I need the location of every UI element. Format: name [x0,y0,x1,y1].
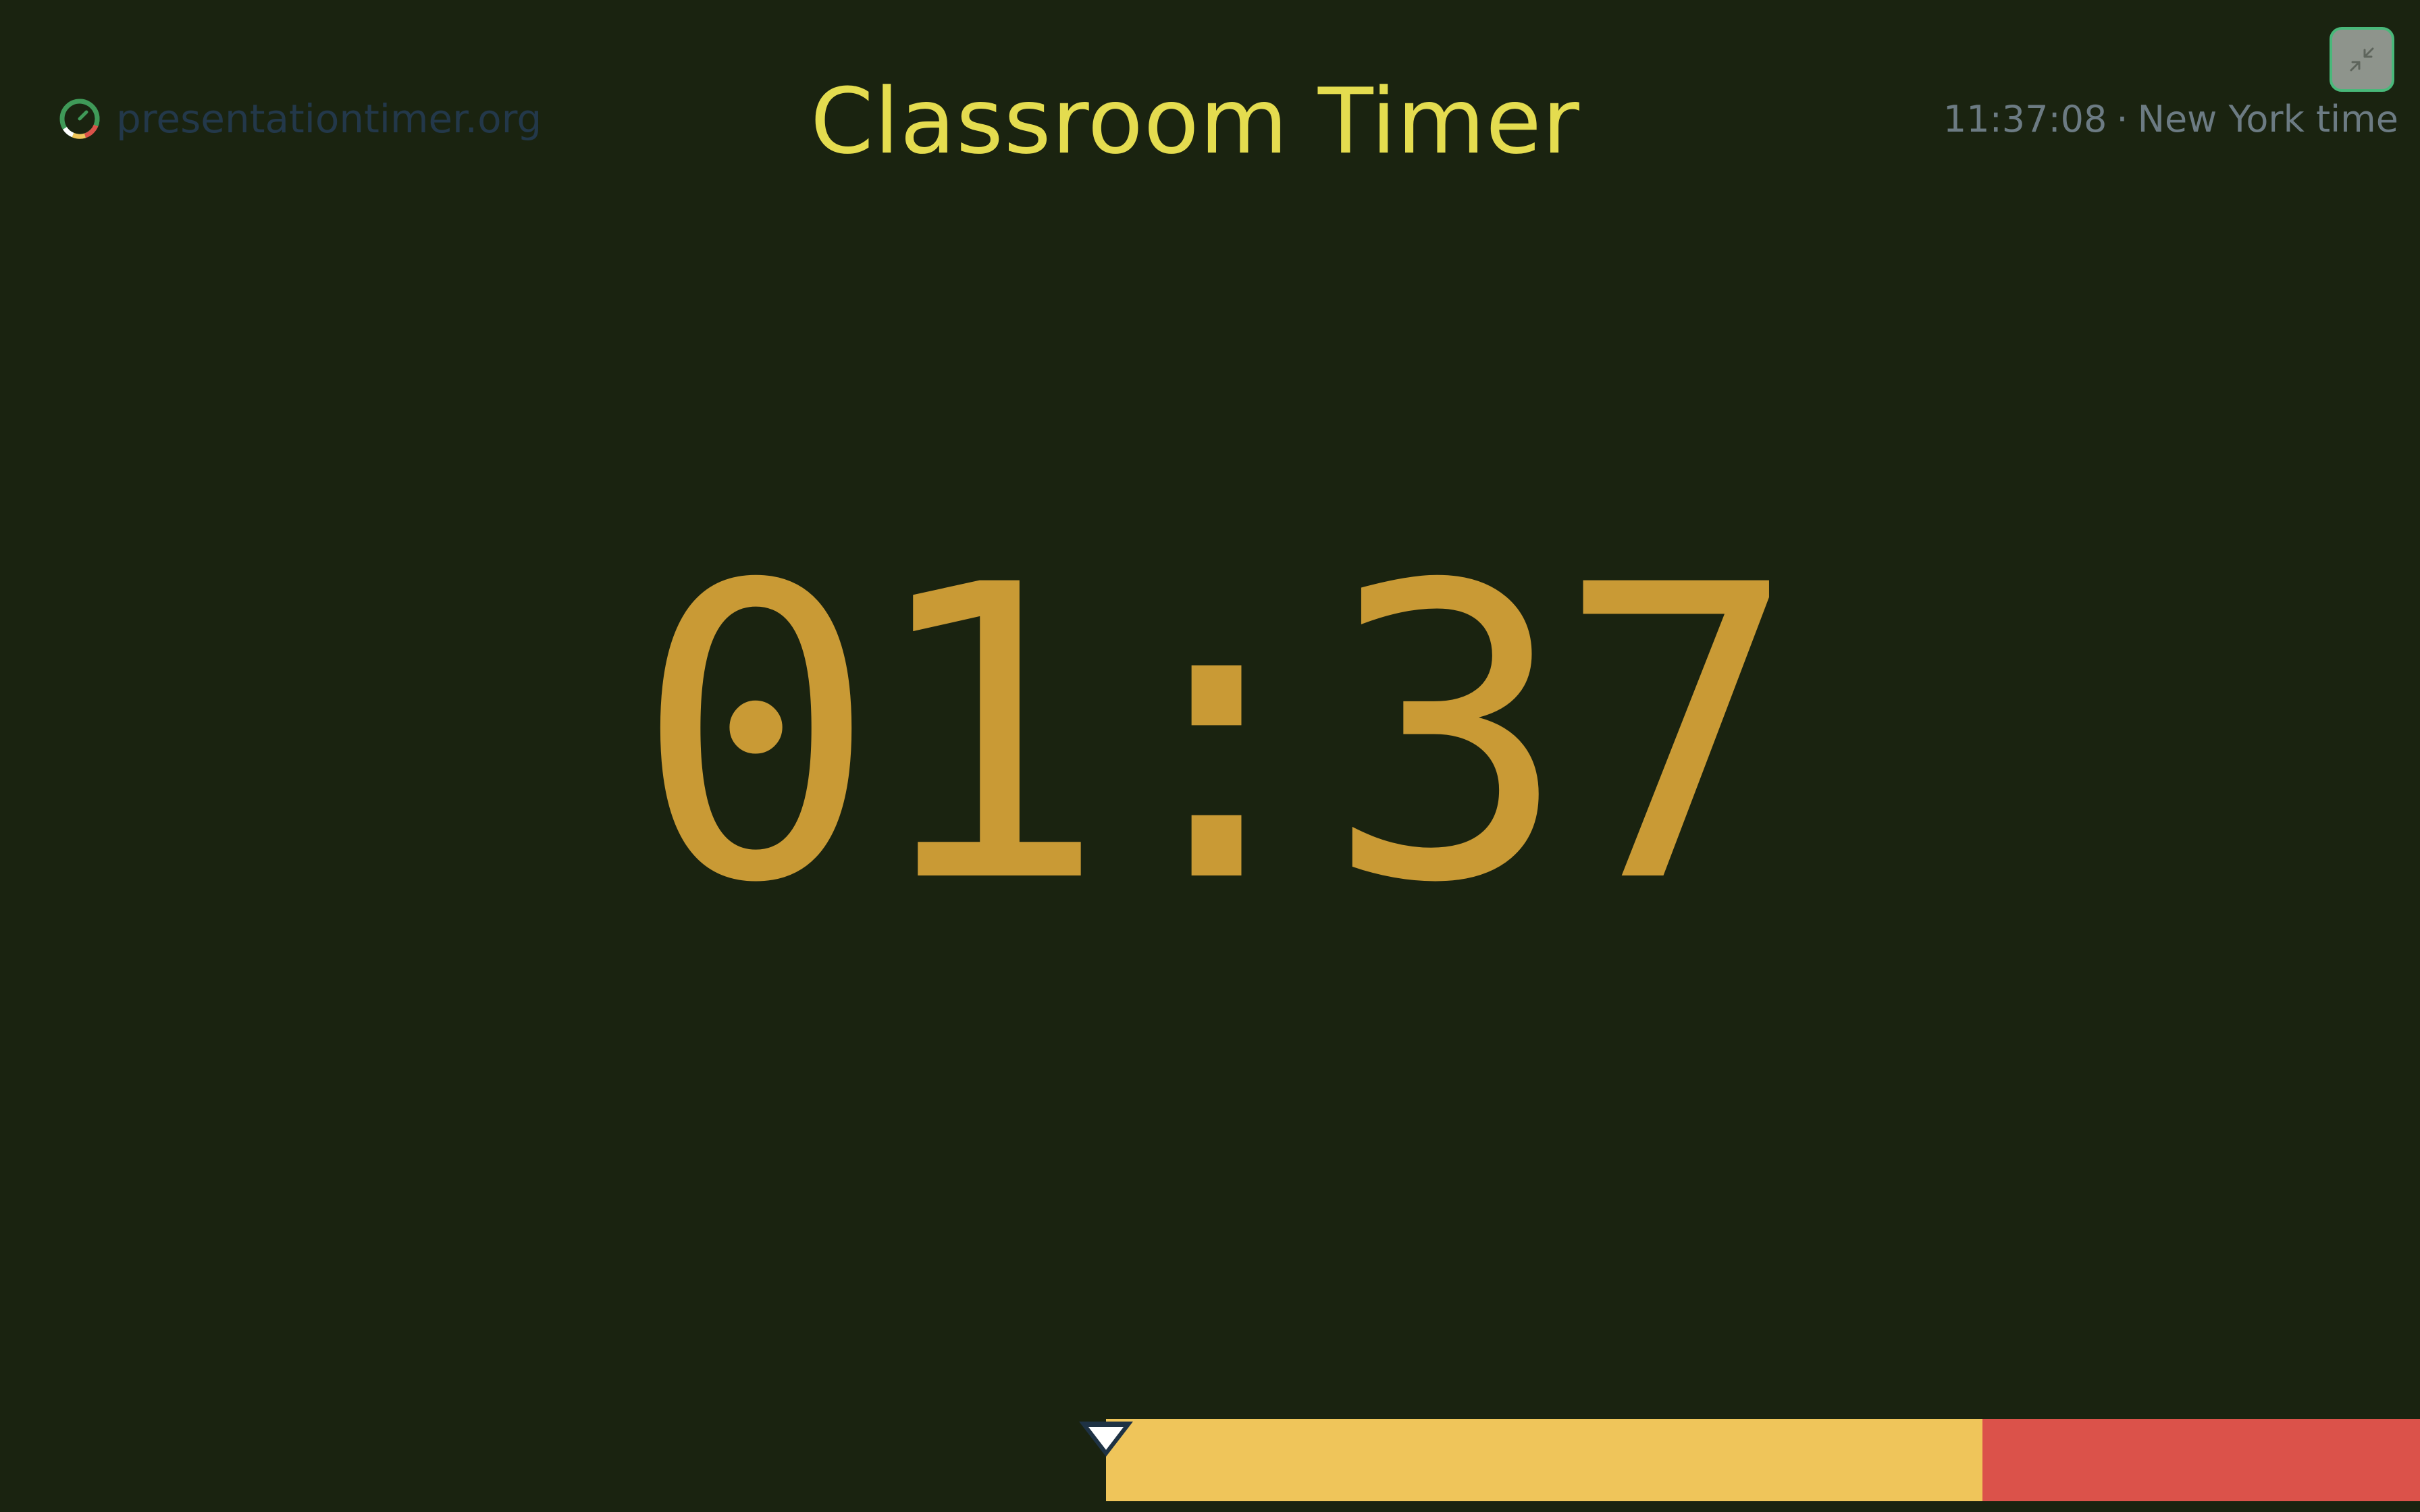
clock-zone: New York time [2137,97,2398,140]
current-time: 11:37:08 · New York time [1943,92,2398,146]
clock-separator: · [2116,97,2128,140]
progress-bar [1106,1419,2420,1501]
timer-page: presentationtimer.org Classroom Timer 11… [0,0,2420,1512]
progress-warning-segment [1106,1419,1982,1501]
progress-marker-icon[interactable] [1074,1418,1138,1461]
exit-fullscreen-icon [2350,47,2374,72]
countdown-display: 01:37 [633,500,1799,971]
brand-name: presentationtimer.org [116,96,542,142]
page-title: Classroom Timer [810,69,1580,174]
brand-logo-link[interactable]: presentationtimer.org [58,92,542,146]
timer-ring-icon [59,99,100,139]
exit-fullscreen-button[interactable] [2330,27,2394,92]
progress-overtime-segment [1982,1419,2420,1501]
clock-time: 11:37:08 [1943,97,2107,140]
